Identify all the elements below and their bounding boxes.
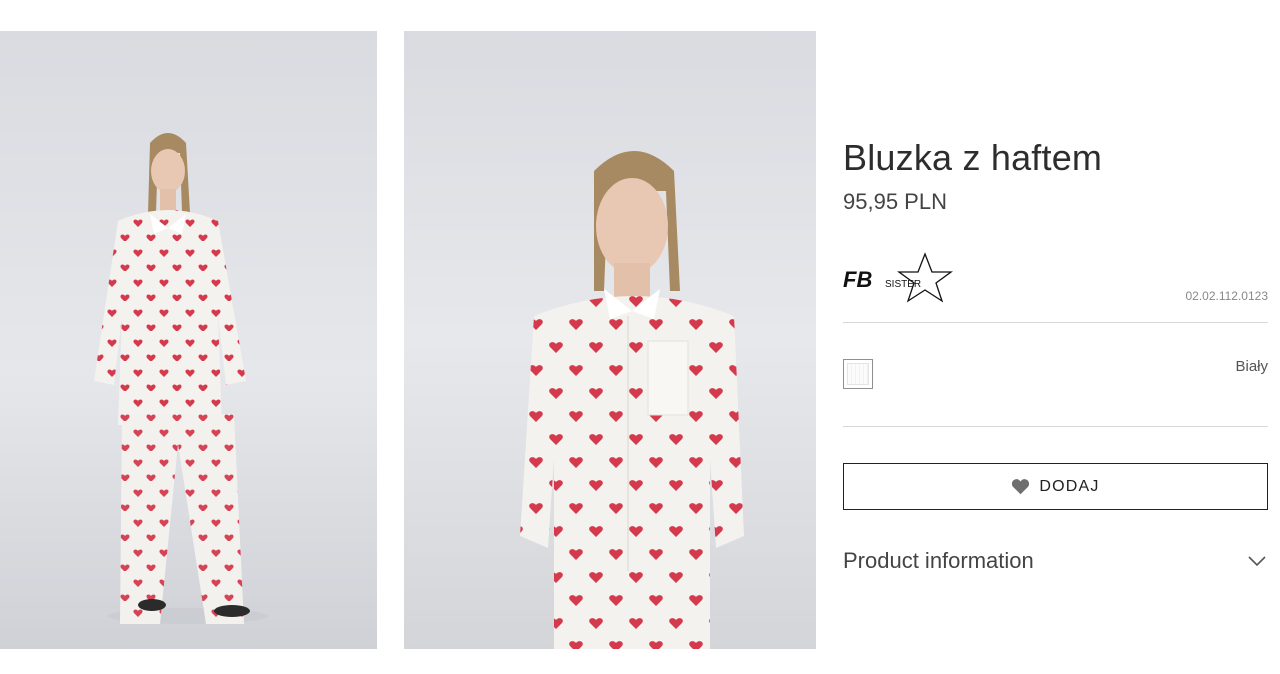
model-full-length-image	[0, 31, 377, 649]
star-logo-icon: FB SISTER	[843, 252, 953, 303]
selected-color-name: Biały	[1235, 358, 1268, 375]
heart-icon	[1012, 479, 1030, 495]
add-button-label: DODAJ	[1039, 477, 1100, 495]
product-sku: 02.02.112.0123	[1185, 289, 1268, 303]
accordion-label: Product information	[843, 548, 1034, 573]
product-information-accordion[interactable]: Product information	[843, 545, 1268, 577]
product-info-panel: Bluzka z haftem 95,95 PLN FB SISTER 02.0…	[843, 0, 1268, 674]
brand-logo[interactable]: FB SISTER	[843, 252, 953, 304]
product-price: 95,95 PLN	[843, 189, 947, 214]
brand-logo-subtext: SISTER	[885, 279, 921, 290]
model-half-length-image	[404, 31, 816, 649]
product-photo-half-length[interactable]	[404, 31, 816, 649]
divider	[843, 426, 1268, 427]
add-to-wishlist-button[interactable]: DODAJ	[843, 463, 1268, 510]
chevron-down-icon	[1248, 555, 1268, 567]
brand-logo-text: FB	[843, 267, 872, 292]
product-photo-full-length[interactable]	[0, 31, 377, 649]
product-title: Bluzka z haftem	[843, 137, 1103, 178]
color-swatch-white[interactable]	[843, 359, 873, 389]
divider	[843, 322, 1268, 323]
color-swatch-fill	[847, 363, 869, 385]
